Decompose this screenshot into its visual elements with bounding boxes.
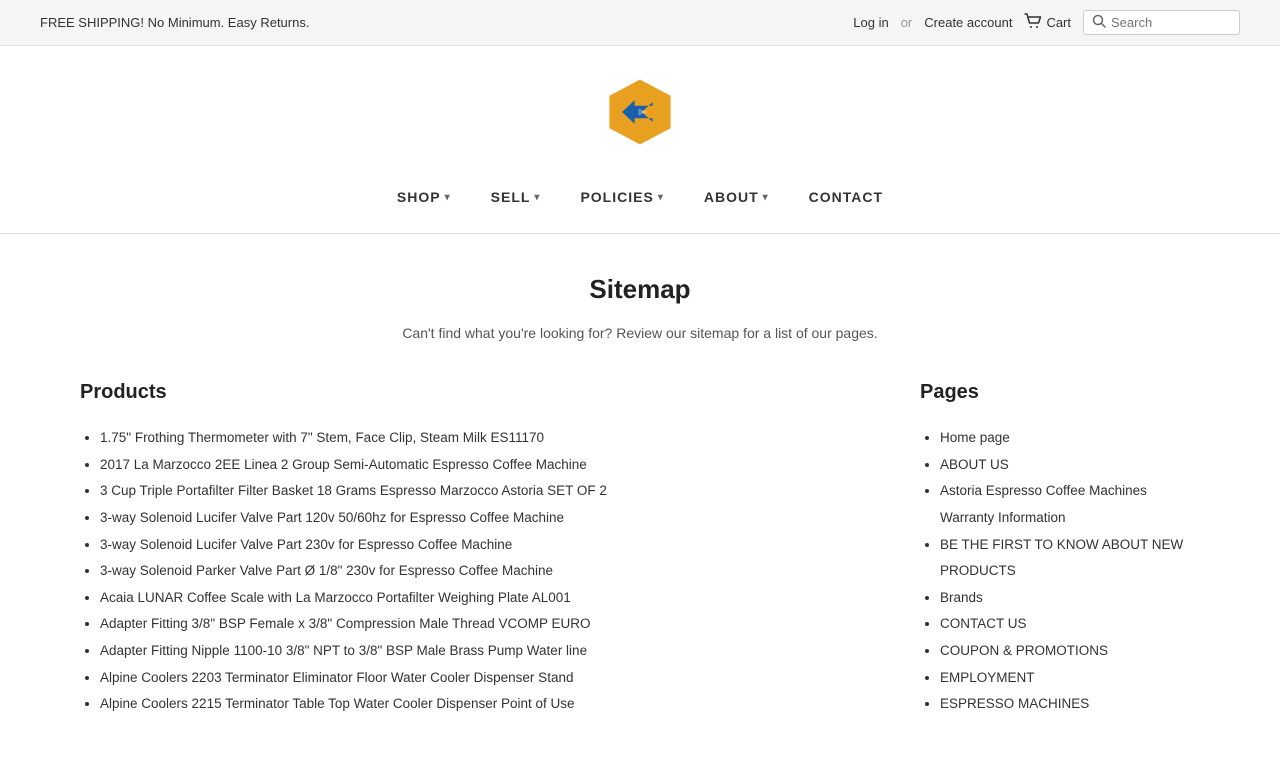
list-item: BE THE FIRST TO KNOW ABOUT NEW PRODUCTS — [940, 531, 1200, 584]
product-link[interactable]: 3 Cup Triple Portafilter Filter Basket 1… — [100, 483, 607, 498]
list-item: CONTACT US — [940, 610, 1200, 637]
list-item: ESPRESSO MACHINES — [940, 690, 1200, 717]
nav-item-sell[interactable]: SELL ▾ — [471, 181, 561, 213]
chevron-down-icon: ▾ — [445, 192, 451, 203]
list-item: 3-way Solenoid Parker Valve Part Ø 1/8" … — [100, 557, 880, 584]
pages-list: Home page ABOUT US Astoria Espresso Coffee… — [920, 424, 1200, 717]
page-link[interactable]: COUPON & PROMOTIONS — [940, 643, 1108, 658]
page-link[interactable]: EMPLOYMENT — [940, 670, 1035, 685]
chevron-down-icon: ▾ — [658, 192, 664, 203]
list-item: Brands — [940, 584, 1200, 611]
cart-icon — [1024, 13, 1042, 32]
search-input[interactable] — [1111, 15, 1231, 30]
page-link[interactable]: ESPRESSO MACHINES — [940, 696, 1089, 711]
main-content: Sitemap Can't find what you're looking f… — [40, 234, 1240, 777]
chevron-down-icon: ▾ — [763, 192, 769, 203]
product-link[interactable]: 2017 La Marzocco 2EE Linea 2 Group Semi-… — [100, 457, 587, 472]
list-item: 3-way Solenoid Lucifer Valve Part 230v f… — [100, 531, 880, 558]
sitemap-columns: Products 1.75" Frothing Thermometer with… — [80, 381, 1200, 717]
list-item: 3-way Solenoid Lucifer Valve Part 120v 5… — [100, 504, 880, 531]
chevron-down-icon: ▾ — [534, 192, 540, 203]
login-link[interactable]: Log in — [853, 15, 888, 30]
list-item: EMPLOYMENT — [940, 664, 1200, 691]
list-item: Alpine Coolers 2203 Terminator Eliminato… — [100, 664, 880, 691]
product-link[interactable]: Adapter Fitting Nipple 1100-10 3/8" NPT … — [100, 643, 587, 658]
list-item: Astoria Espresso Coffee Machines Warrant… — [940, 477, 1200, 530]
nav-label-sell: SELL — [491, 189, 531, 205]
product-link[interactable]: 3-way Solenoid Lucifer Valve Part 120v 5… — [100, 510, 564, 525]
sitemap-title: Sitemap — [80, 274, 1200, 305]
product-link[interactable]: Acaia LUNAR Coffee Scale with La Marzocc… — [100, 590, 571, 605]
nav-item-about[interactable]: ABOUT ▾ — [684, 181, 789, 213]
list-item: 1.75" Frothing Thermometer with 7" Stem,… — [100, 424, 880, 451]
pages-heading: Pages — [920, 381, 1200, 404]
products-column: Products 1.75" Frothing Thermometer with… — [80, 381, 880, 717]
or-separator: or — [901, 15, 913, 30]
product-link[interactable]: Alpine Coolers 2203 Terminator Eliminato… — [100, 670, 573, 685]
product-link[interactable]: Adapter Fitting 3/8" BSP Female x 3/8" C… — [100, 616, 591, 631]
sitemap-description: Can't find what you're looking for? Revi… — [80, 325, 1200, 341]
page-link[interactable]: Home page — [940, 430, 1010, 445]
products-heading: Products — [80, 381, 880, 404]
nav-label-about: ABOUT — [704, 189, 759, 205]
top-bar: FREE SHIPPING! No Minimum. Easy Returns.… — [0, 0, 1280, 46]
list-item: COUPON & PROMOTIONS — [940, 637, 1200, 664]
page-link[interactable]: ABOUT US — [940, 457, 1009, 472]
page-link[interactable]: BE THE FIRST TO KNOW ABOUT NEW PRODUCTS — [940, 537, 1183, 579]
create-account-link[interactable]: Create account — [924, 15, 1012, 30]
list-item: ABOUT US — [940, 451, 1200, 478]
nav-label-shop: SHOP — [397, 189, 441, 205]
nav-item-shop[interactable]: SHOP ▾ — [377, 181, 471, 213]
cart-link[interactable]: Cart — [1024, 13, 1071, 32]
main-nav: SHOP ▾ SELL ▾ POLICIES ▾ ABOUT ▾ CONTACT — [0, 171, 1280, 234]
page-link[interactable]: CONTACT US — [940, 616, 1027, 631]
list-item: 3 Cup Triple Portafilter Filter Basket 1… — [100, 477, 880, 504]
product-link[interactable]: Alpine Coolers 2215 Terminator Table Top… — [100, 696, 575, 711]
list-item: Acaia LUNAR Coffee Scale with La Marzocc… — [100, 584, 880, 611]
list-item: 2017 La Marzocco 2EE Linea 2 Group Semi-… — [100, 451, 880, 478]
top-bar-right: Log in or Create account Cart — [853, 10, 1240, 35]
nav-item-policies[interactable]: POLICIES ▾ — [560, 181, 683, 213]
page-link[interactable]: Astoria Espresso Coffee Machines Warrant… — [940, 483, 1147, 525]
nav-label-contact: CONTACT — [809, 189, 883, 205]
search-box[interactable] — [1083, 10, 1240, 35]
cart-label: Cart — [1046, 15, 1071, 30]
products-list: 1.75" Frothing Thermometer with 7" Stem,… — [80, 424, 880, 717]
nav-label-policies: POLICIES — [580, 189, 653, 205]
shipping-notice: FREE SHIPPING! No Minimum. Easy Returns. — [40, 15, 309, 30]
logo — [604, 76, 676, 148]
list-item: Alpine Coolers 2215 Terminator Table Top… — [100, 690, 880, 717]
logo-link[interactable] — [604, 76, 676, 151]
product-link[interactable]: 3-way Solenoid Parker Valve Part Ø 1/8" … — [100, 563, 553, 578]
list-item: Adapter Fitting 3/8" BSP Female x 3/8" C… — [100, 610, 880, 637]
header — [0, 46, 1280, 171]
search-icon — [1092, 14, 1106, 31]
product-link[interactable]: 3-way Solenoid Lucifer Valve Part 230v f… — [100, 537, 512, 552]
list-item: Adapter Fitting Nipple 1100-10 3/8" NPT … — [100, 637, 880, 664]
product-link[interactable]: 1.75" Frothing Thermometer with 7" Stem,… — [100, 430, 544, 445]
page-link[interactable]: Brands — [940, 590, 983, 605]
pages-column: Pages Home page ABOUT US Astoria Espresso … — [920, 381, 1200, 717]
nav-item-contact[interactable]: CONTACT — [789, 181, 903, 213]
list-item: Home page — [940, 424, 1200, 451]
